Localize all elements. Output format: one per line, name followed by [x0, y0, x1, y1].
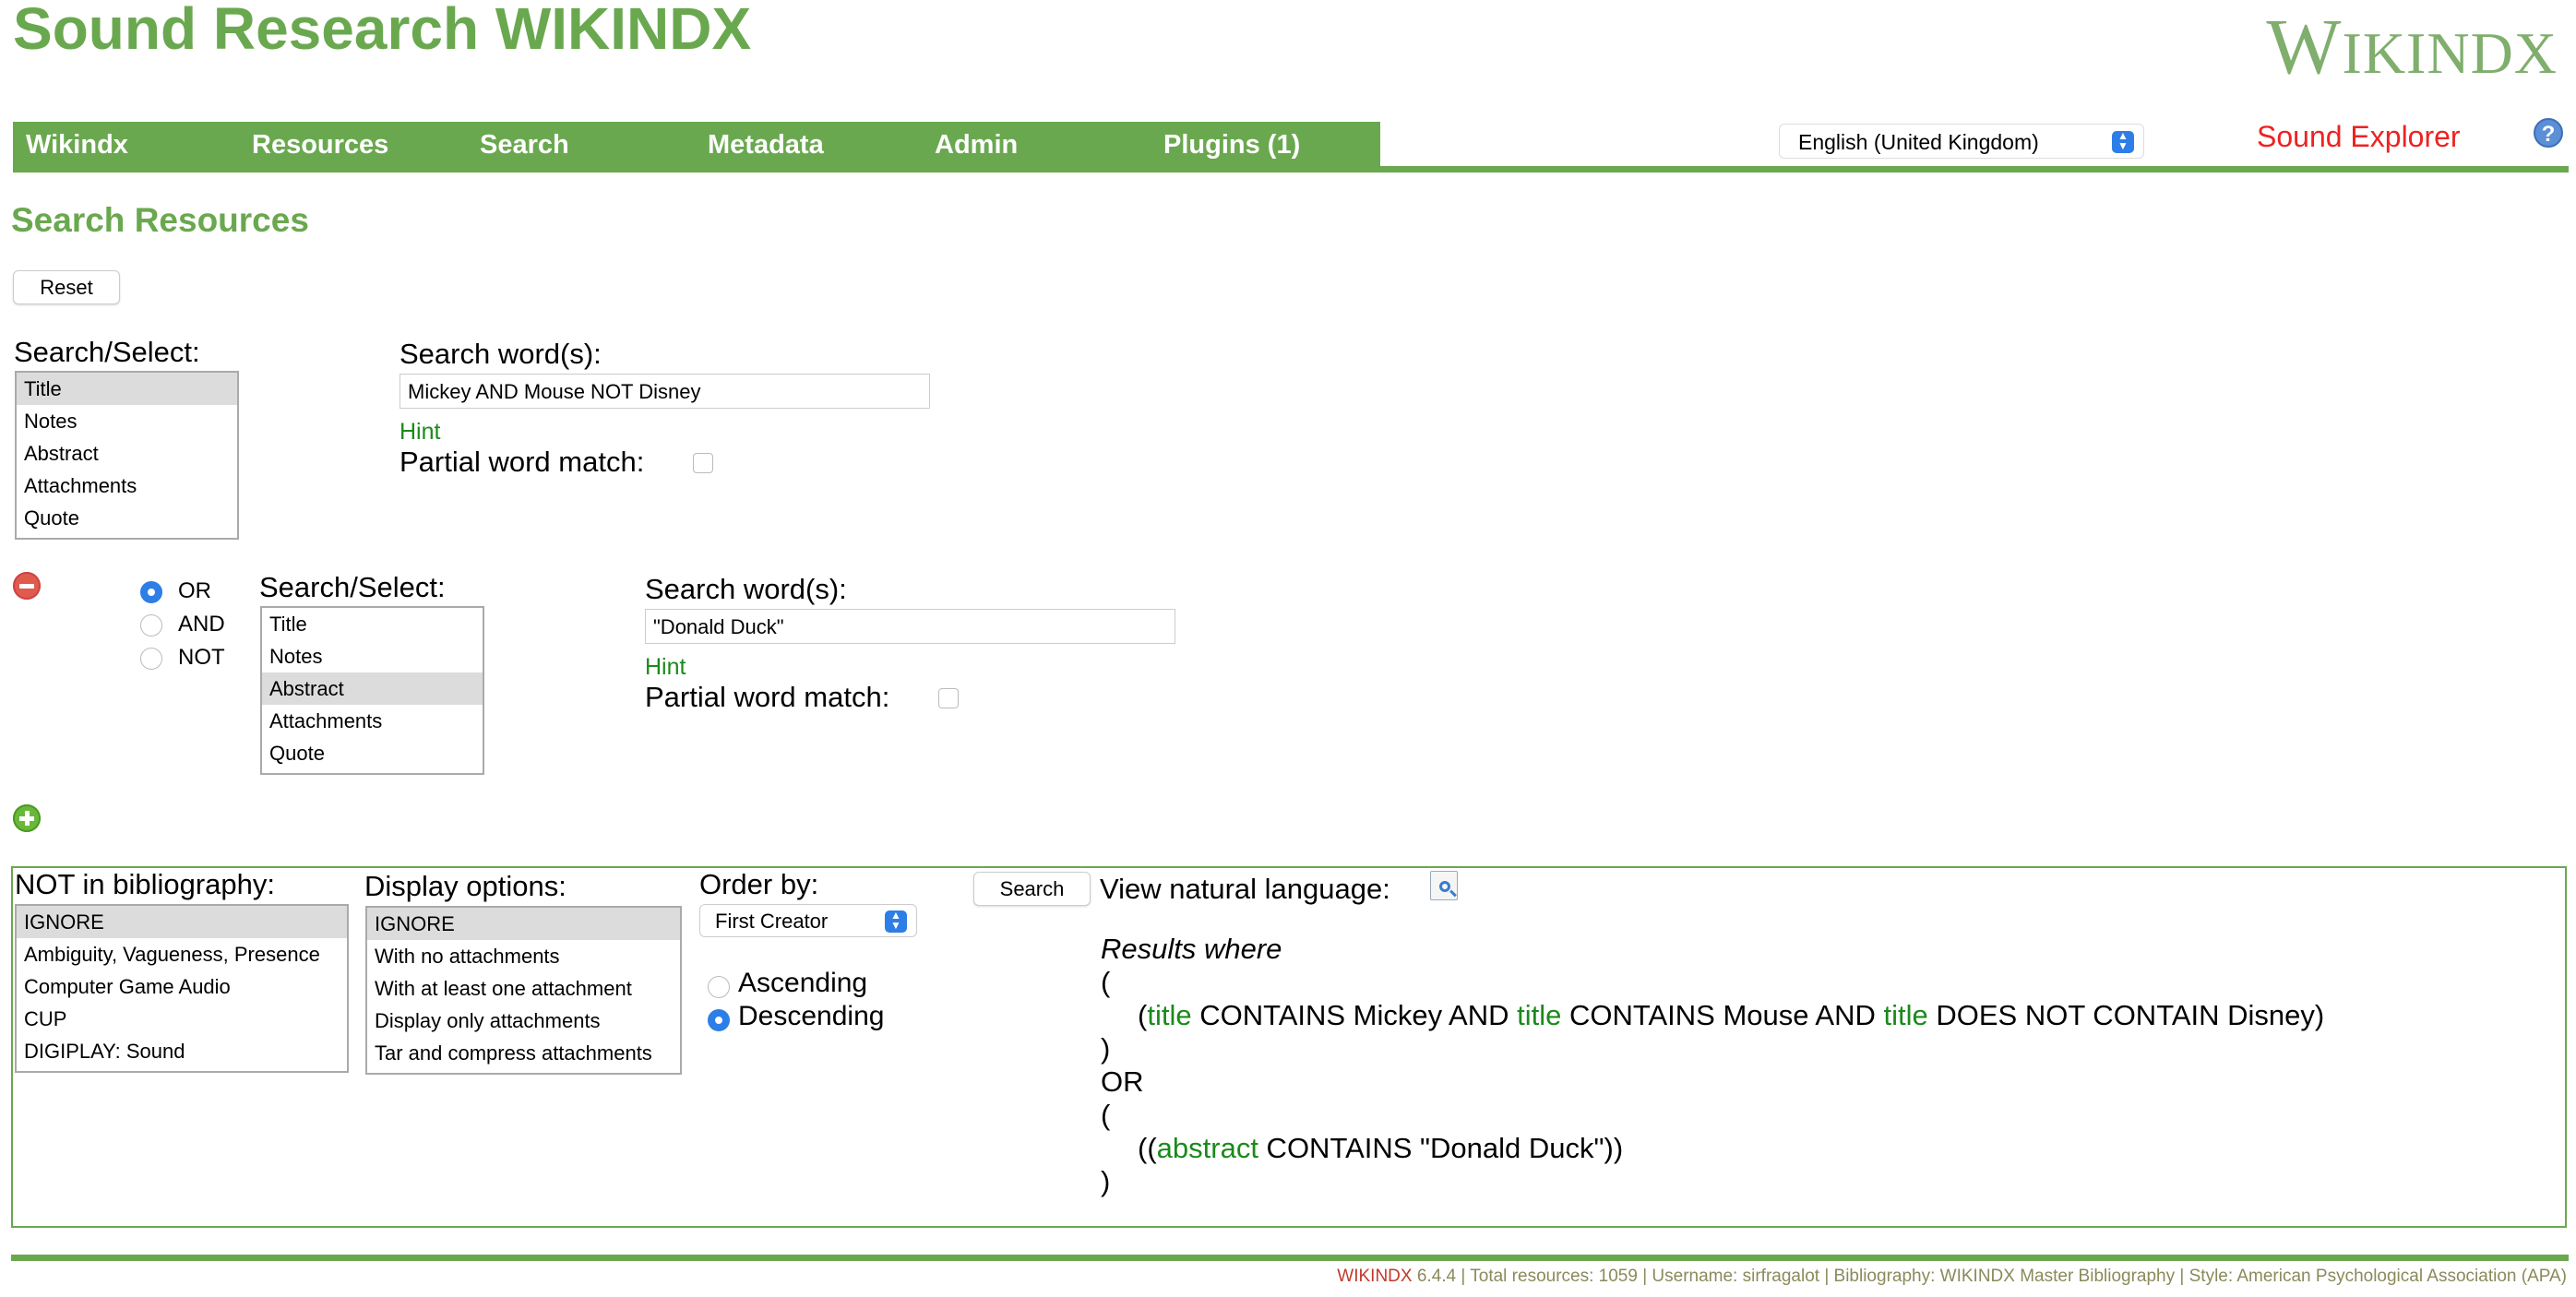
listbox-option[interactable]: Title [17, 373, 237, 405]
nl-close-paren-2: ) [1101, 1165, 1111, 1197]
nav-plugins[interactable]: Plugins (1) [1163, 122, 1300, 166]
partial-match-label-2: Partial word match: [645, 681, 890, 713]
hint-link-1[interactable]: Hint [400, 419, 440, 446]
search-field-listbox-1[interactable]: Title Notes Abstract Attachments Quote [15, 371, 239, 540]
footer-brand: WIKINDX [1337, 1267, 1413, 1286]
partial-match-checkbox-1[interactable] [693, 453, 713, 473]
nl-prefix: (( [1138, 1132, 1157, 1164]
search-words-input-1[interactable]: Mickey AND Mouse NOT Disney [400, 374, 930, 409]
display-options-label: Display options: [364, 870, 566, 902]
language-select-value: English (United Kingdom) [1798, 130, 2039, 154]
listbox-option[interactable]: Attachments [17, 470, 237, 502]
nav-search[interactable]: Search [480, 122, 569, 166]
not-in-bibliography-label: NOT in bibliography: [15, 868, 276, 900]
add-circle-icon[interactable] [13, 804, 41, 832]
site-title: Sound Research WIKINDX [13, 0, 752, 62]
nav-admin[interactable]: Admin [935, 122, 1018, 166]
nl-clause-2: ((abstract CONTAINS "Donald Duck")) [1138, 1132, 1623, 1165]
nav-divider [13, 166, 2569, 173]
nl-open-paren-1: ( [1101, 966, 1111, 998]
operator-not-label: NOT [178, 645, 225, 670]
listbox-option[interactable]: Tar and compress attachments [367, 1037, 680, 1069]
not-in-bibliography-listbox[interactable]: IGNORE Ambiguity, Vagueness, Presence Co… [15, 904, 349, 1073]
listbox-option[interactable]: Computer Game Audio [17, 970, 347, 1003]
magnifier-document-icon[interactable] [1430, 871, 1458, 900]
partial-match-label-1: Partial word match: [400, 446, 645, 478]
listbox-option[interactable]: Attachments [262, 705, 483, 737]
listbox-option[interactable]: DIGIPLAY: Sound [17, 1035, 347, 1067]
results-where-heading: Results where [1101, 933, 1282, 965]
view-natural-language-label: View natural language: [1100, 873, 1390, 905]
search-words-input-2[interactable]: "Donald Duck" [645, 609, 1175, 644]
partial-match-checkbox-2[interactable] [938, 688, 959, 708]
search-field-listbox-2[interactable]: Title Notes Abstract Attachments Quote [260, 606, 484, 775]
operator-and-label: AND [178, 612, 225, 637]
page-title: Search Resources [11, 201, 309, 239]
nl-field: title [1883, 999, 1928, 1031]
logo-rest: IKINDX [2342, 20, 2558, 86]
order-by-label: Order by: [699, 868, 819, 900]
order-ascending-label: Ascending [738, 968, 868, 998]
hint-link-2[interactable]: Hint [645, 654, 686, 681]
operator-radio-or[interactable] [140, 581, 162, 603]
select-arrows-icon: ▲ ▼ [2112, 130, 2134, 153]
footer-text: 6.4.4 | Total resources: 1059 | Username… [1412, 1267, 2567, 1286]
language-select[interactable]: English (United Kingdom) ▲ ▼ [1779, 124, 2144, 159]
listbox-option[interactable]: Ambiguity, Vagueness, Presence [17, 938, 347, 970]
nl-or: OR [1101, 1065, 1144, 1098]
listbox-option[interactable]: IGNORE [367, 908, 680, 940]
reset-button[interactable]: Reset [13, 270, 120, 304]
order-descending-label: Descending [738, 1001, 885, 1031]
nl-close-paren-1: ) [1101, 1032, 1111, 1065]
nl-prefix: ( [1138, 999, 1148, 1031]
nl-open-paren-2: ( [1101, 1099, 1111, 1131]
listbox-option[interactable]: Quote [262, 737, 483, 769]
nl-text: DOES NOT CONTAIN Disney) [1927, 999, 2325, 1031]
nl-field: title [1517, 999, 1562, 1031]
listbox-option[interactable]: Display only attachments [367, 1005, 680, 1037]
logo-initial: W [2266, 2, 2343, 90]
nl-text: CONTAINS Mickey AND [1191, 999, 1518, 1031]
footer-status: WIKINDX 6.4.4 | Total resources: 1059 | … [1337, 1267, 2567, 1287]
search-select-label-1: Search/Select: [14, 336, 200, 368]
listbox-option[interactable]: Abstract [17, 437, 237, 470]
operator-radio-and[interactable] [140, 614, 162, 637]
nl-field: abstract [1156, 1132, 1258, 1164]
listbox-option[interactable]: With at least one attachment [367, 972, 680, 1005]
nl-text: CONTAINS Mouse AND [1561, 999, 1884, 1031]
select-arrows-icon: ▲ ▼ [885, 910, 907, 933]
search-button[interactable]: Search [973, 872, 1091, 906]
listbox-option[interactable]: Abstract [262, 672, 483, 705]
order-descending-radio[interactable] [708, 1009, 730, 1031]
listbox-option[interactable]: Title [262, 608, 483, 640]
nl-text: CONTAINS "Donald Duck")) [1258, 1132, 1624, 1164]
footer-divider [11, 1255, 2569, 1261]
listbox-option[interactable]: With no attachments [367, 940, 680, 972]
order-ascending-radio[interactable] [708, 976, 730, 998]
operator-or-label: OR [178, 578, 211, 603]
listbox-option[interactable]: Notes [262, 640, 483, 672]
remove-circle-icon[interactable] [13, 572, 41, 600]
listbox-option[interactable]: Quote [17, 502, 237, 534]
search-words-label-2: Search word(s): [645, 573, 847, 605]
search-words-label-1: Search word(s): [400, 338, 602, 370]
listbox-option[interactable]: CUP [17, 1003, 347, 1035]
wikindx-logo: WIKINDX [2266, 0, 2558, 92]
order-by-value: First Creator [715, 910, 829, 933]
nl-field: title [1147, 999, 1192, 1031]
listbox-option[interactable]: IGNORE [17, 906, 347, 938]
order-by-select[interactable]: First Creator ▲ ▼ [699, 904, 917, 937]
listbox-option[interactable]: Notes [17, 405, 237, 437]
nav-metadata[interactable]: Metadata [708, 122, 824, 166]
help-icon[interactable]: ? [2534, 118, 2563, 148]
sound-explorer-link[interactable]: Sound Explorer [2257, 120, 2461, 154]
nav-wikindx[interactable]: Wikindx [26, 122, 128, 166]
search-select-label-2: Search/Select: [259, 571, 446, 603]
operator-radio-not[interactable] [140, 648, 162, 670]
display-options-listbox[interactable]: IGNORE With no attachments With at least… [365, 906, 682, 1075]
nav-resources[interactable]: Resources [252, 122, 388, 166]
main-nav: Wikindx Resources Search Metadata Admin … [13, 122, 1380, 166]
nl-clause-1: (title CONTAINS Mickey AND title CONTAIN… [1138, 999, 2324, 1032]
